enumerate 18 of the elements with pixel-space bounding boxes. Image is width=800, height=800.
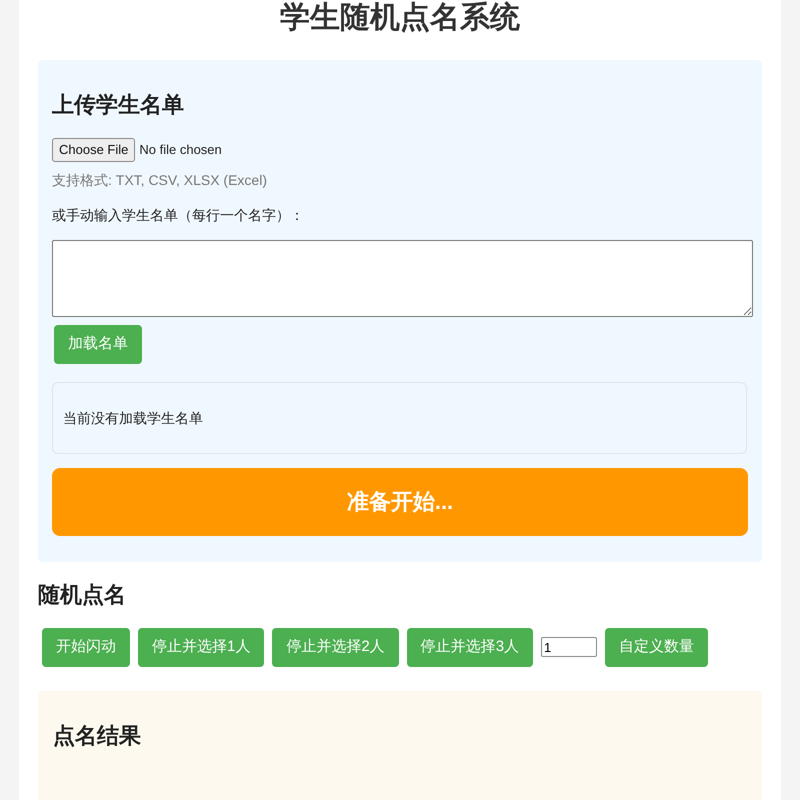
file-status: No file chosen (139, 141, 222, 159)
section-heading: 上传学生名单 (52, 91, 185, 119)
page-title: 学生随机点名系统 (279, 0, 521, 36)
manual-input-label: 或手动输入学生名单（每行一个名字）： (52, 206, 305, 224)
stop-select-button[interactable]: 停止并选择3人 (406, 628, 534, 666)
stop-select-button[interactable]: 停止并选择1人 (138, 628, 264, 666)
list-status: 当前没有加载学生名单 (52, 382, 747, 454)
format-hint: 支持格式: TXT, CSV, XLSX (Excel) (52, 170, 268, 190)
stop-select-button[interactable]: 停止并选择2人 (272, 628, 399, 666)
custom-count-button[interactable]: 自定义数量 (605, 628, 708, 666)
start-flash-button[interactable]: 开始闪动 (42, 628, 130, 666)
choose-file-button[interactable]: Choose File (52, 138, 136, 162)
name-display-button[interactable]: 准备开始... (52, 468, 748, 536)
load-list-button[interactable]: 加载名单 (54, 324, 142, 364)
section-heading: 点名结果 (53, 722, 142, 750)
name-list-field[interactable] (52, 240, 753, 316)
section-heading: 随机点名 (38, 580, 127, 608)
count-field[interactable]: 1 (541, 637, 598, 657)
